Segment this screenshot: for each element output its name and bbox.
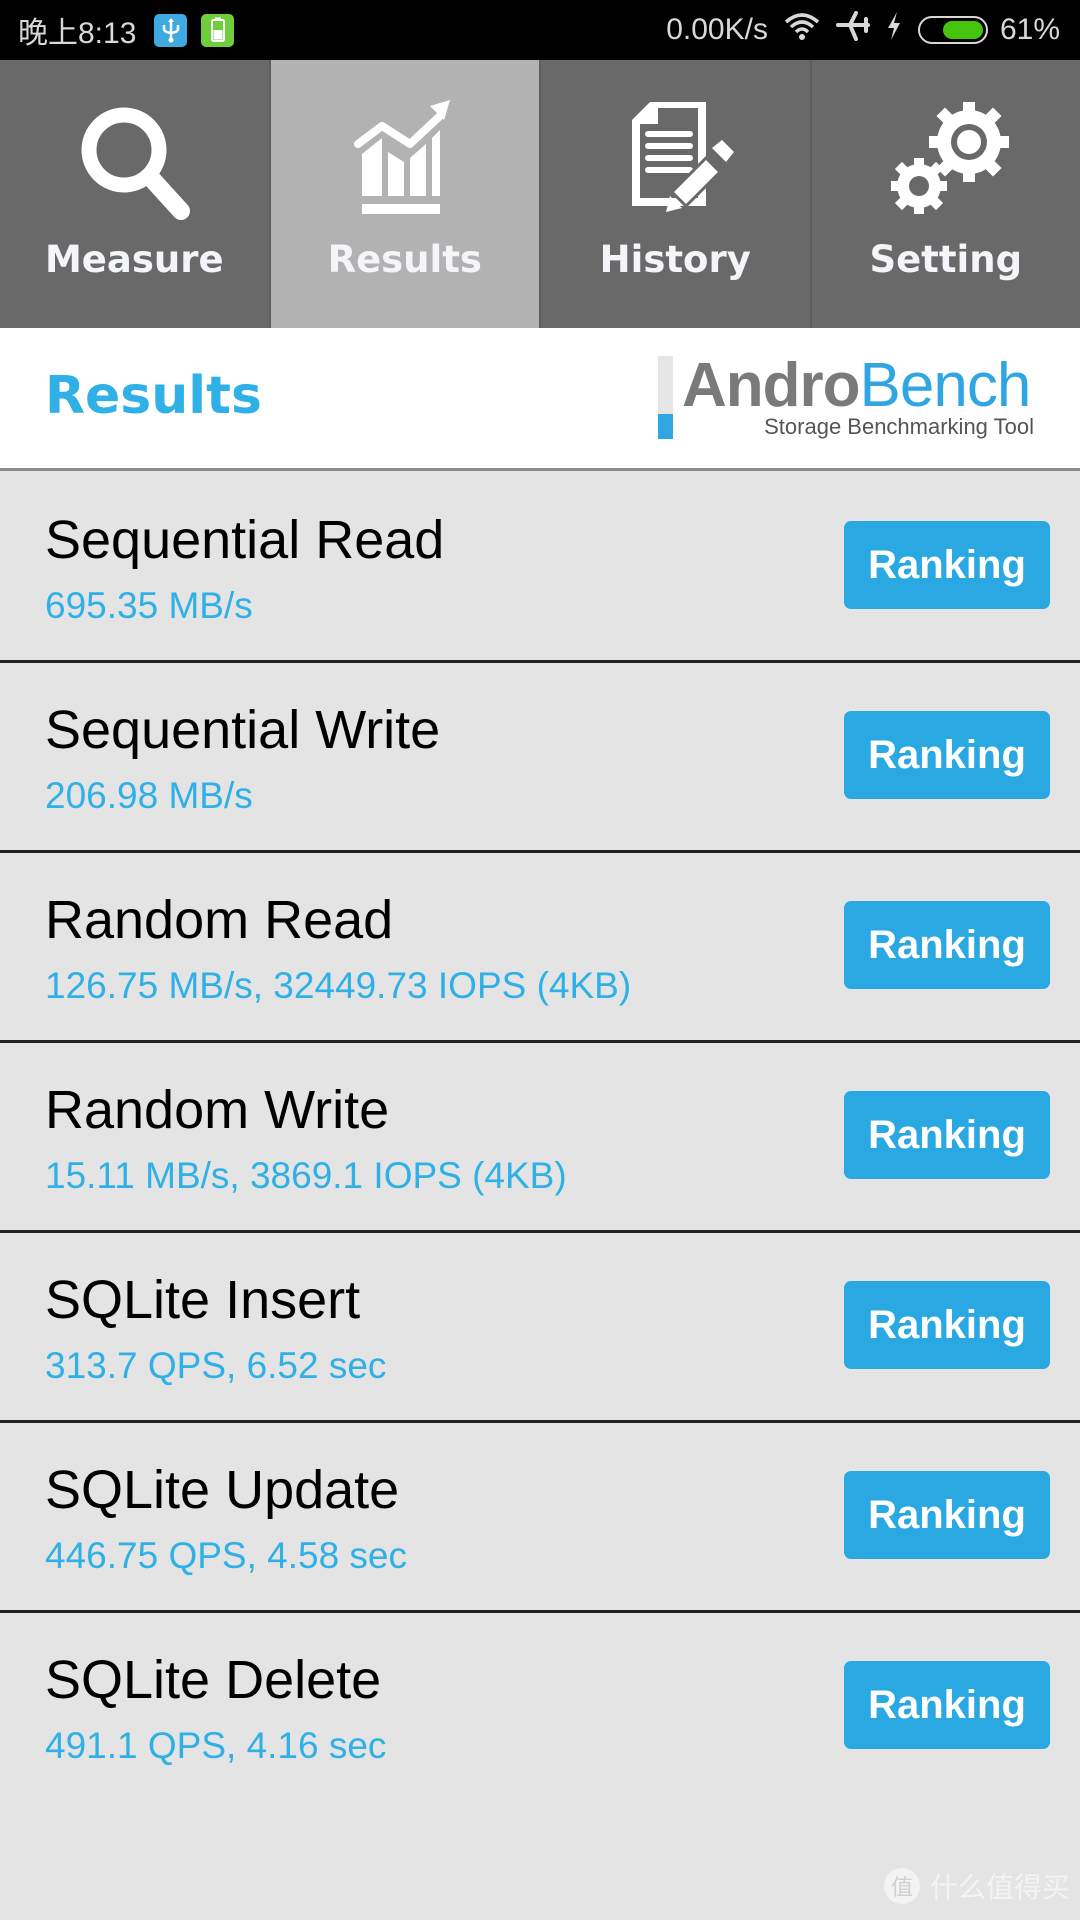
result-title: SQLite Delete: [45, 1650, 382, 1710]
ranking-button[interactable]: Ranking: [844, 901, 1050, 989]
result-row-sqlite-insert: SQLite Insert 313.7 QPS, 6.52 sec Rankin…: [0, 1233, 1080, 1423]
logo-andro: Andro: [682, 351, 861, 420]
result-value: 126.75 MB/s, 32449.73 IOPS (4KB): [45, 965, 632, 1006]
watermark-badge-icon: 值: [883, 1868, 920, 1904]
tab-label: Measure: [44, 238, 224, 281]
result-value: 313.7 QPS, 6.52 sec: [45, 1345, 387, 1386]
tab-bar: Measure Results History Setting: [0, 60, 1080, 328]
battery-icon: [917, 16, 988, 44]
androbench-logo: AndroBench Storage Benchmarking Tool: [658, 351, 1058, 446]
watermark-text: 什么值得买: [929, 1871, 1070, 1904]
ranking-button[interactable]: Ranking: [844, 521, 1050, 609]
page-title: Results: [45, 366, 262, 426]
ranking-button[interactable]: Ranking: [844, 1091, 1050, 1179]
ranking-button[interactable]: Ranking: [844, 1471, 1050, 1559]
result-title: Sequential Read: [45, 510, 445, 570]
tab-label: Results: [327, 238, 482, 281]
battery-percent: 61%: [999, 13, 1060, 46]
logo-tagline: Storage Benchmarking Tool: [764, 414, 1034, 439]
logo-bar-accent: [658, 414, 673, 439]
ranking-button[interactable]: Ranking: [844, 711, 1050, 799]
result-title: Sequential Write: [45, 700, 441, 760]
result-value: 206.98 MB/s: [45, 775, 253, 816]
tab-measure[interactable]: Measure: [0, 60, 269, 328]
tab-label: Setting: [869, 238, 1023, 281]
ranking-button[interactable]: Ranking: [844, 1661, 1050, 1749]
result-value: 695.35 MB/s: [45, 585, 253, 626]
result-row-sqlite-delete: SQLite Delete 491.1 QPS, 4.16 sec Rankin…: [0, 1613, 1080, 1803]
result-title: Random Write: [45, 1080, 390, 1140]
result-value: 491.1 QPS, 4.16 sec: [45, 1725, 387, 1766]
document-pencil-icon: [610, 96, 740, 226]
status-time: 晚上8:13: [18, 17, 137, 50]
result-row-random-read: Random Read 126.75 MB/s, 32449.73 IOPS (…: [0, 853, 1080, 1043]
watermark: 值 什么值得买: [883, 1866, 1070, 1906]
logo-wordmark: AndroBench: [682, 350, 1032, 421]
charging-icon: [886, 11, 902, 49]
status-bar: 晚上8:13 0.00K/s 61%: [0, 0, 1080, 60]
tab-results[interactable]: Results: [270, 60, 539, 328]
ranking-button[interactable]: Ranking: [844, 1281, 1050, 1369]
tab-setting[interactable]: Setting: [811, 60, 1080, 328]
result-row-sequential-read: Sequential Read 695.35 MB/s Ranking: [0, 473, 1080, 663]
result-row-random-write: Random Write 15.11 MB/s, 3869.1 IOPS (4K…: [0, 1043, 1080, 1233]
chart-trend-icon: [340, 96, 470, 226]
battery-level-fill: [942, 21, 983, 39]
result-title: SQLite Update: [45, 1460, 400, 1520]
result-title: SQLite Insert: [45, 1270, 361, 1330]
result-row-sequential-write: Sequential Write 206.98 MB/s Ranking: [0, 663, 1080, 853]
battery-saver-icon: [201, 13, 235, 47]
wifi-icon: [784, 12, 820, 48]
usb-icon: [154, 13, 188, 47]
network-speed: 0.00K/s: [666, 13, 768, 46]
airplane-icon: [835, 11, 870, 49]
results-list: Sequential Read 695.35 MB/s Ranking Sequ…: [0, 473, 1080, 1803]
result-value: 15.11 MB/s, 3869.1 IOPS (4KB): [45, 1155, 567, 1196]
result-title: Random Read: [45, 890, 394, 950]
magnifier-icon: [69, 96, 199, 226]
page-header: Results AndroBench Storage Benchmarking …: [0, 328, 1080, 471]
result-value: 446.75 QPS, 4.58 sec: [45, 1535, 408, 1576]
gears-icon: [881, 96, 1011, 226]
logo-bar-decoration: [658, 356, 673, 414]
logo-bench: Bench: [859, 351, 1032, 420]
result-row-sqlite-update: SQLite Update 446.75 QPS, 4.58 sec Ranki…: [0, 1423, 1080, 1613]
tab-label: History: [599, 238, 751, 281]
tab-history[interactable]: History: [541, 60, 810, 328]
